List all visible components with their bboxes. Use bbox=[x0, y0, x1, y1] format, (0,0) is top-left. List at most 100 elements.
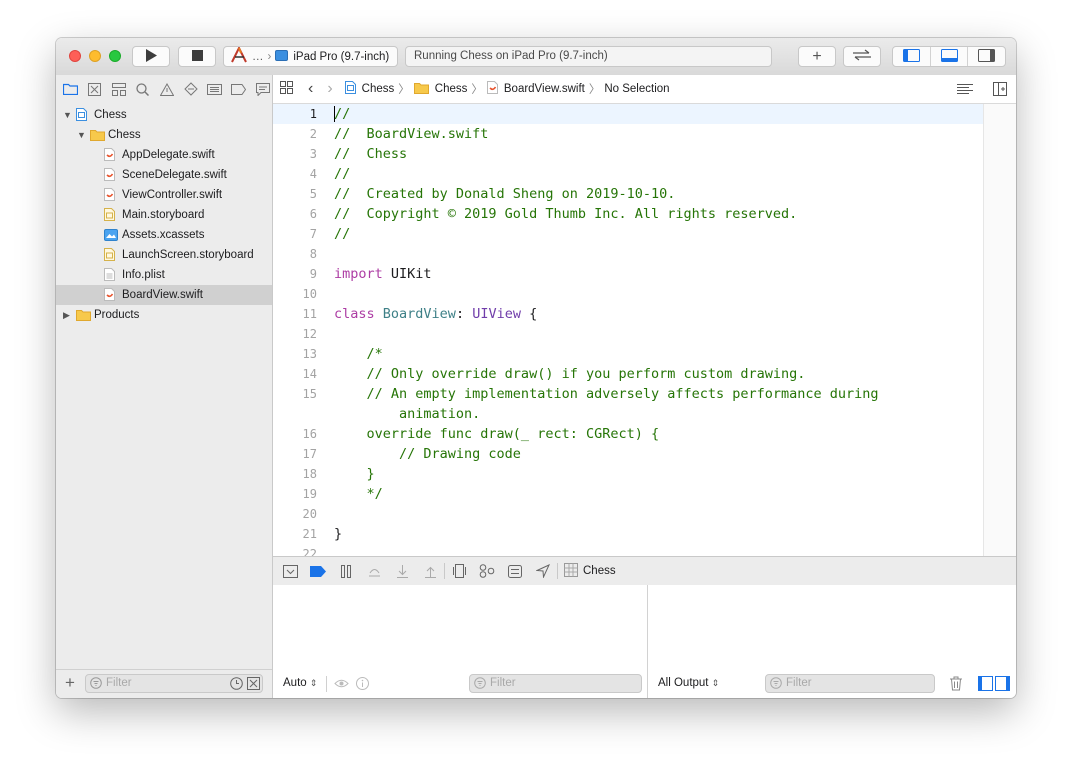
navigator-row[interactable]: Info.plist bbox=[56, 265, 272, 285]
add-editor-icon[interactable] bbox=[993, 82, 1007, 99]
navigator-row-label: Assets.xcassets bbox=[122, 229, 205, 241]
search-icon[interactable] bbox=[133, 80, 152, 99]
source-control-icon[interactable] bbox=[85, 80, 104, 99]
code-line[interactable]: 7 // bbox=[273, 224, 983, 244]
step-out-icon[interactable] bbox=[416, 557, 444, 585]
navigator-filter-field[interactable]: Filter bbox=[85, 674, 263, 693]
jump-crumb-group[interactable]: Chess bbox=[435, 83, 468, 95]
jump-crumb-file[interactable]: BoardView.swift bbox=[504, 83, 585, 95]
navigator-row[interactable]: BoardView.swift bbox=[56, 285, 272, 305]
code-line[interactable]: 5 // Created by Donald Sheng on 2019-10-1… bbox=[273, 184, 983, 204]
show-console-icon[interactable] bbox=[995, 676, 1010, 694]
disclosure-expanded-icon[interactable]: ▼ bbox=[77, 125, 87, 145]
code-review-button[interactable] bbox=[843, 46, 881, 67]
recent-files-icon[interactable] bbox=[230, 677, 243, 696]
editor-options-icon[interactable] bbox=[956, 83, 974, 99]
navigator-row[interactable]: Assets.xcassets bbox=[56, 225, 272, 245]
variables-filter-field[interactable]: Filter bbox=[469, 674, 642, 693]
info-icon[interactable] bbox=[356, 677, 369, 693]
navigator-row[interactable]: SceneDelegate.swift bbox=[56, 165, 272, 185]
code-line[interactable]: 9 import UIKit bbox=[273, 264, 983, 284]
breakpoints-toggle-icon[interactable] bbox=[304, 557, 332, 585]
disclosure-expanded-icon[interactable]: ▼ bbox=[63, 105, 73, 125]
run-button[interactable] bbox=[132, 46, 170, 67]
show-variables-icon[interactable] bbox=[978, 676, 993, 694]
environment-overrides-icon[interactable] bbox=[501, 557, 529, 585]
code-line[interactable]: 10 bbox=[273, 284, 983, 304]
simulate-location-icon[interactable] bbox=[529, 557, 557, 585]
code-line[interactable]: 19 */ bbox=[273, 484, 983, 504]
eye-icon[interactable] bbox=[334, 678, 349, 692]
console-filter-field[interactable]: Filter bbox=[765, 674, 935, 693]
folder-icon bbox=[90, 128, 105, 142]
navigator-row[interactable]: AppDelegate.swift bbox=[56, 145, 272, 165]
console-output-popup[interactable]: All Output ⇕ bbox=[658, 677, 719, 689]
close-window-button[interactable] bbox=[69, 50, 81, 62]
navigator-row[interactable]: ▶ Products bbox=[56, 305, 272, 325]
navigator-row[interactable]: ViewController.swift bbox=[56, 185, 272, 205]
test-diamond-icon[interactable] bbox=[181, 80, 200, 99]
code-line[interactable]: 4 // bbox=[273, 164, 983, 184]
assets-icon bbox=[104, 228, 118, 242]
navigator-row[interactable]: LaunchScreen.storyboard bbox=[56, 245, 272, 265]
hide-debug-area-icon[interactable] bbox=[276, 557, 304, 585]
forward-arrow-icon[interactable]: › bbox=[327, 80, 332, 98]
back-arrow-icon[interactable]: ‹ bbox=[308, 80, 313, 98]
code-line[interactable]: 21} bbox=[273, 524, 983, 544]
code-line[interactable]: 11 class BoardView: UIView { bbox=[273, 304, 983, 324]
code-text: // BoardView.swift bbox=[334, 124, 488, 144]
code-line[interactable]: 17 // Drawing code bbox=[273, 444, 983, 464]
navigator-row[interactable]: ▼ Chess bbox=[56, 125, 272, 145]
navigator-row-label: SceneDelegate.swift bbox=[122, 169, 227, 181]
code-line[interactable]: 18 } bbox=[273, 464, 983, 484]
step-over-icon[interactable] bbox=[360, 557, 388, 585]
code-line[interactable]: animation. bbox=[273, 404, 983, 424]
stop-button[interactable] bbox=[178, 46, 216, 67]
add-file-button[interactable]: + bbox=[65, 673, 75, 693]
view-hierarchy-icon[interactable] bbox=[445, 557, 473, 585]
stop-icon bbox=[191, 49, 203, 64]
code-line[interactable]: 3 // Chess bbox=[273, 144, 983, 164]
minimize-window-button[interactable] bbox=[89, 50, 101, 62]
jump-crumb-symbol[interactable]: No Selection bbox=[604, 83, 669, 95]
code-line[interactable]: 16 override func draw(_ rect: CGRect) { bbox=[273, 424, 983, 444]
pause-icon[interactable] bbox=[332, 557, 360, 585]
minimap[interactable] bbox=[983, 104, 1016, 556]
folder-icon[interactable] bbox=[61, 80, 80, 99]
code-line[interactable]: 20 bbox=[273, 504, 983, 524]
toggle-inspector-button[interactable] bbox=[968, 47, 1005, 66]
code-line[interactable]: 8 bbox=[273, 244, 983, 264]
code-line[interactable]: 14 // Only override draw() if you perfor… bbox=[273, 364, 983, 384]
jump-crumb-project[interactable]: Chess bbox=[362, 83, 395, 95]
code-line[interactable]: 1 // bbox=[273, 104, 983, 124]
navigator-row[interactable]: ▼ Chess bbox=[56, 105, 272, 125]
navigator-row[interactable]: Main.storyboard bbox=[56, 205, 272, 225]
scheme-selector[interactable]: … › iPad Pro (9.7-inch) bbox=[223, 45, 398, 67]
step-into-icon[interactable] bbox=[388, 557, 416, 585]
symbol-navigator-icon[interactable] bbox=[109, 80, 128, 99]
toggle-debug-area-button[interactable] bbox=[931, 47, 969, 66]
swift-file-icon bbox=[486, 81, 498, 97]
code-line[interactable]: 22 bbox=[273, 544, 983, 556]
memory-graph-icon[interactable] bbox=[473, 557, 501, 585]
debug-process-label[interactable]: Chess bbox=[583, 565, 616, 577]
disclosure-collapsed-icon[interactable]: ▶ bbox=[63, 305, 73, 325]
code-text-area[interactable]: 1 // 2 // BoardView.swift 3 // Chess 4 // 5 // Cr… bbox=[273, 104, 983, 556]
breakpoint-navigator-icon[interactable] bbox=[229, 80, 248, 99]
zoom-window-button[interactable] bbox=[109, 50, 121, 62]
warning-icon[interactable] bbox=[157, 80, 176, 99]
report-navigator-icon[interactable] bbox=[253, 80, 272, 99]
code-line[interactable]: 13 /* bbox=[273, 344, 983, 364]
code-line[interactable]: 15 // An empty implementation adversely … bbox=[273, 384, 983, 404]
line-number: 13 bbox=[302, 347, 317, 361]
library-button[interactable]: + bbox=[798, 46, 836, 67]
code-line[interactable]: 2 // BoardView.swift bbox=[273, 124, 983, 144]
related-items-icon[interactable] bbox=[280, 81, 296, 97]
trash-icon[interactable] bbox=[949, 676, 963, 694]
source-control-filter-icon[interactable] bbox=[247, 677, 260, 696]
toggle-navigator-button[interactable] bbox=[893, 47, 931, 66]
code-line[interactable]: 12 bbox=[273, 324, 983, 344]
code-line[interactable]: 6 // Copyright © 2019 Gold Thumb Inc. All… bbox=[273, 204, 983, 224]
debug-navigator-icon[interactable] bbox=[205, 80, 224, 99]
variables-scope-popup[interactable]: Auto ⇕ bbox=[283, 677, 317, 689]
